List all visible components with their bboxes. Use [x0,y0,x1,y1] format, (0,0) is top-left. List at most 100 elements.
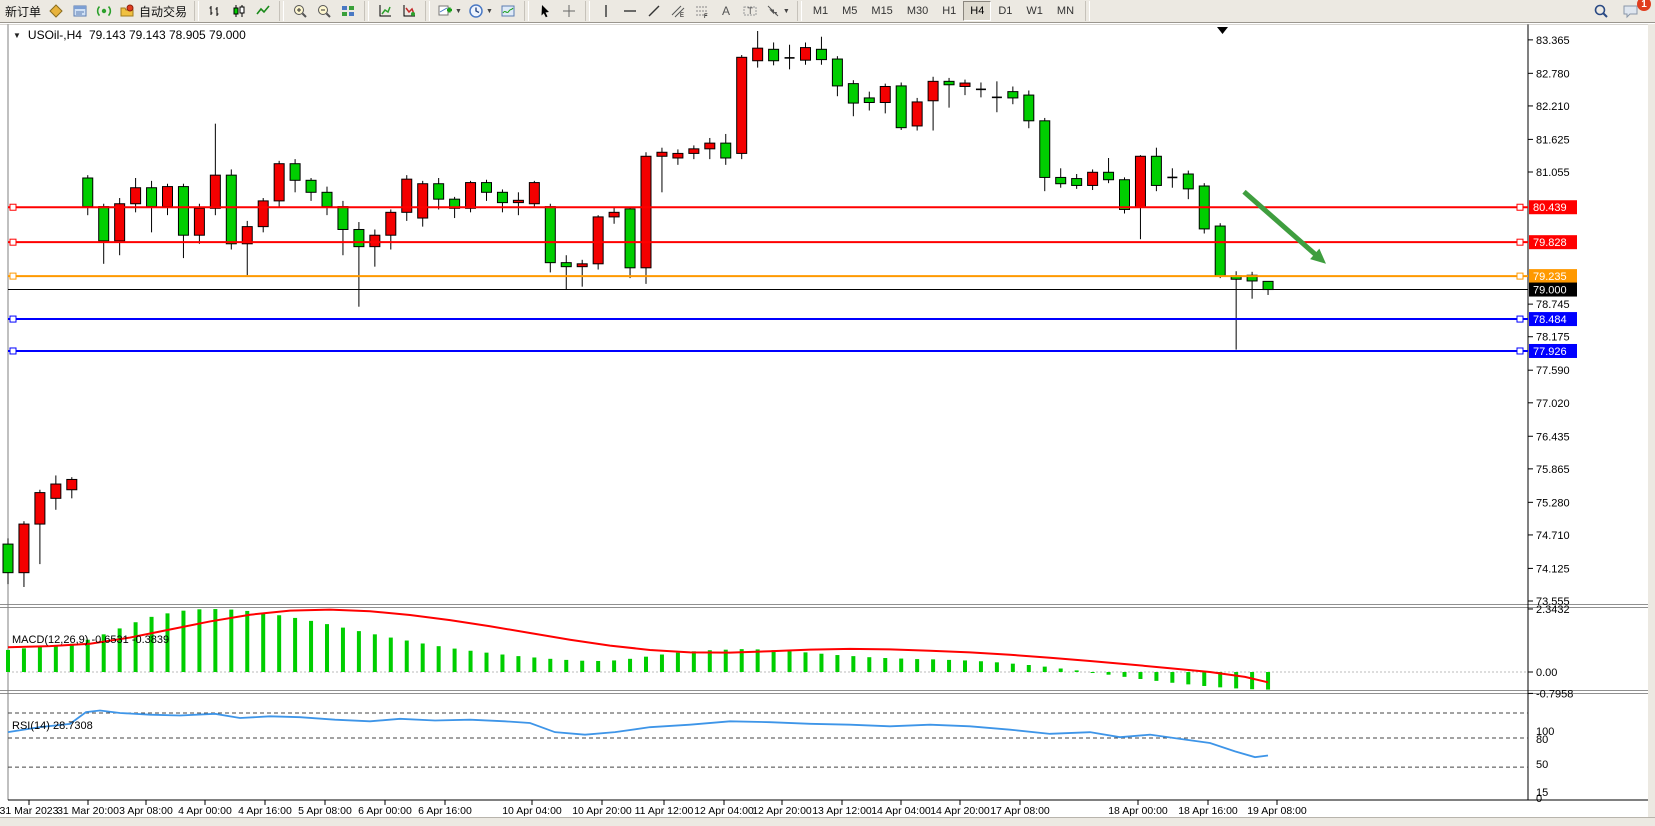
svg-text:19 Apr 08:00: 19 Apr 08:00 [1247,805,1307,817]
fibonacci-icon[interactable]: F [690,1,714,21]
timeframe-m5[interactable]: M5 [835,1,864,21]
svg-text:10 Apr 20:00: 10 Apr 20:00 [572,805,632,817]
svg-text:79.000: 79.000 [1533,285,1567,297]
horizontal-line-icon[interactable] [618,1,642,21]
tile-windows-icon[interactable] [336,1,360,21]
timeframe-h1[interactable]: H1 [935,1,963,21]
svg-text:14 Apr 04:00: 14 Apr 04:00 [871,805,931,817]
svg-text:5 Apr 08:00: 5 Apr 08:00 [298,805,352,817]
svg-text:18 Apr 16:00: 18 Apr 16:00 [1178,805,1238,817]
svg-text:10 Apr 04:00: 10 Apr 04:00 [502,805,562,817]
timeframe-m30[interactable]: M30 [900,1,935,21]
toolbar-separator [585,1,590,21]
svg-text:77.020: 77.020 [1536,398,1570,410]
channel-icon[interactable]: E [666,1,690,21]
timeframe-h4[interactable]: H4 [963,1,991,21]
toolbar-separator [1085,1,1090,21]
svg-text:4 Apr 00:00: 4 Apr 00:00 [178,805,232,817]
search-icon[interactable] [1589,1,1613,21]
arrows-icon[interactable]: ▼ [762,1,793,21]
macd-indicator-label: MACD(12,26,9) -0.6531 -0.3839 [12,634,169,646]
timeframe-w1[interactable]: W1 [1019,1,1050,21]
toolbar-separator [194,1,199,21]
period-icon[interactable]: ▼ [465,1,496,21]
chart-canvas[interactable]: 83.93583.36582.78082.21081.62581.05578.7… [0,24,1655,826]
quote-ohlc-label: 79.143 79.143 78.905 79.000 [89,28,246,42]
cursor-icon[interactable] [533,1,557,21]
line-chart-icon[interactable] [251,1,275,21]
zoom-out-icon[interactable] [312,1,336,21]
timeframe-m15[interactable]: M15 [864,1,899,21]
svg-text:75.280: 75.280 [1536,497,1570,509]
autotrade-label: 自动交易 [139,3,187,20]
toolbar-separator [797,1,802,21]
window-bottom-edge [0,817,1655,826]
toolbar-right: 1 [1589,1,1653,21]
profile-left-icon[interactable] [373,1,397,21]
svg-text:82.780: 82.780 [1536,68,1570,80]
window-right-edge [1648,24,1655,826]
dropdown-caret: ▼ [455,8,462,15]
svg-text:81.625: 81.625 [1536,134,1570,146]
vertical-line-icon[interactable] [594,1,618,21]
svg-text:E: E [680,13,684,19]
svg-text:83.365: 83.365 [1536,35,1570,47]
svg-text:75.865: 75.865 [1536,464,1570,476]
mt4-window: 新订单 自动交易 ▼ ▼ E F A T ▼ M1 [0,0,1655,826]
svg-text:18 Apr 00:00: 18 Apr 00:00 [1108,805,1168,817]
svg-text:A: A [722,4,730,18]
svg-text:79.235: 79.235 [1533,271,1567,283]
svg-text:76.435: 76.435 [1536,431,1570,443]
svg-text:77.926: 77.926 [1533,346,1567,358]
market-watch-icon[interactable] [68,1,92,21]
timeframe-d1[interactable]: D1 [991,1,1019,21]
dropdown-caret: ▼ [486,8,493,15]
svg-text:31 Mar 20:00: 31 Mar 20:00 [57,805,119,817]
toolbar-separator [279,1,284,21]
autotrade-icon [119,3,135,19]
toolbar-separator [364,1,369,21]
svg-text:0.00: 0.00 [1536,667,1557,679]
label-icon[interactable]: T [738,1,762,21]
svg-text:3 Apr 08:00: 3 Apr 08:00 [119,805,173,817]
zoom-in-icon[interactable] [288,1,312,21]
svg-text:12 Apr 20:00: 12 Apr 20:00 [752,805,812,817]
crosshair-icon[interactable] [557,1,581,21]
svg-text:0: 0 [1536,793,1542,805]
toolbar-separator [425,1,430,21]
svg-text:78.484: 78.484 [1533,314,1567,326]
add-indicator-icon[interactable]: ▼ [434,1,465,21]
new-order-button[interactable]: 新订单 [2,1,44,21]
trendline-icon[interactable] [642,1,666,21]
bar-chart-icon[interactable] [203,1,227,21]
notification-badge: 1 [1637,0,1651,11]
svg-text:50: 50 [1536,759,1548,771]
profile-right-icon[interactable] [397,1,421,21]
autotrade-button[interactable]: 自动交易 [116,1,190,21]
toolbar: 新订单 自动交易 ▼ ▼ E F A T ▼ M1 [0,0,1655,23]
svg-text:79.828: 79.828 [1533,237,1567,249]
template-icon[interactable] [496,1,520,21]
svg-text:17 Apr 08:00: 17 Apr 08:00 [990,805,1050,817]
rsi-indicator-label: RSI(14) 28.7308 [12,720,93,732]
chart-title: ▼ USOil-,H4 79.143 79.143 78.905 79.000 [13,28,246,42]
timeframe-m1[interactable]: M1 [806,1,835,21]
svg-text:81.055: 81.055 [1536,167,1570,179]
svg-text:31 Mar 2023: 31 Mar 2023 [0,805,59,817]
svg-text:80: 80 [1536,734,1548,746]
svg-text:74.125: 74.125 [1536,563,1570,575]
svg-text:F: F [704,14,708,19]
svg-text:80.439: 80.439 [1533,202,1567,214]
candlestick-icon[interactable] [227,1,251,21]
signal-icon[interactable] [92,1,116,21]
svg-text:T: T [747,6,753,16]
chart-window-icon[interactable] [44,1,68,21]
toolbar-separator [524,1,529,21]
timeframe-mn[interactable]: MN [1050,1,1081,21]
svg-text:14 Apr 20:00: 14 Apr 20:00 [930,805,990,817]
dropdown-caret: ▼ [783,8,790,15]
svg-text:11 Apr 12:00: 11 Apr 12:00 [635,805,694,817]
text-icon[interactable]: A [714,1,738,21]
svg-text:12 Apr 04:00: 12 Apr 04:00 [694,805,754,817]
symbol-dropdown-icon[interactable]: ▼ [13,31,21,40]
